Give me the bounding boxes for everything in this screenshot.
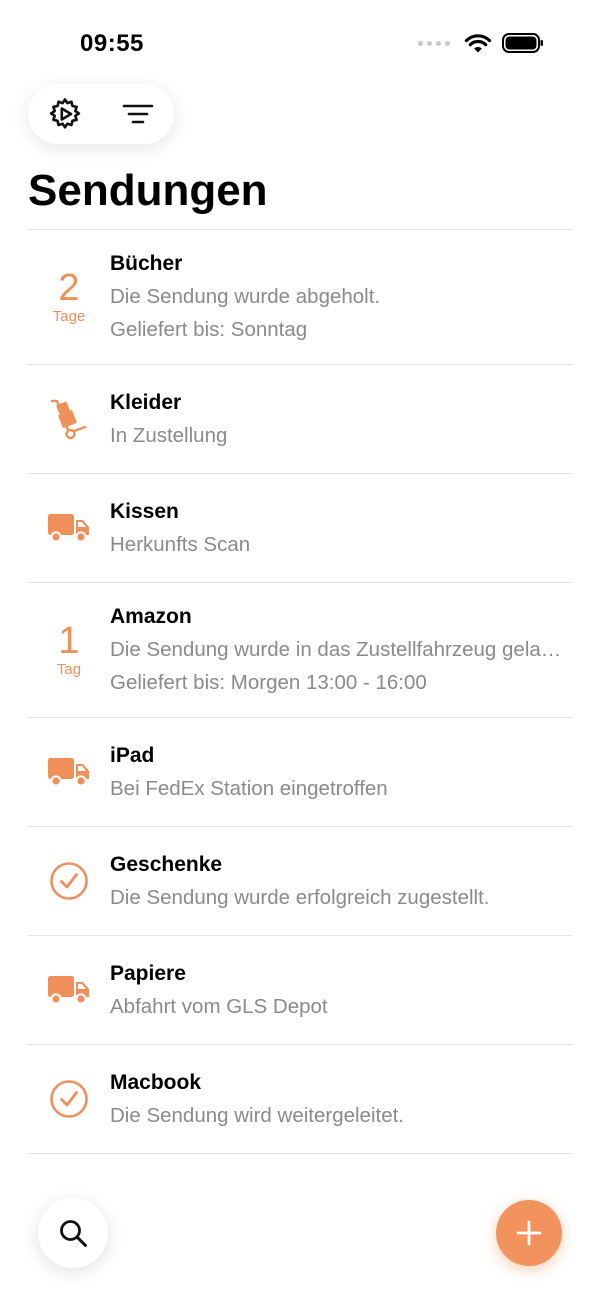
shipment-status: Die Sendung wird weitergeleitet. <box>110 1103 404 1127</box>
status-bar: 09:55 <box>0 0 600 80</box>
search-button[interactable] <box>38 1198 108 1268</box>
battery-icon <box>502 33 543 53</box>
page-title: Sendungen <box>28 166 268 215</box>
shipment-name: Amazon <box>110 605 192 628</box>
checkmark-circle-icon <box>50 862 88 900</box>
shipment-name: Macbook <box>110 1070 202 1094</box>
days-unit: Tag <box>56 661 82 678</box>
shipment-row[interactable]: 1 Tag Amazon Die Sendung wurde in das Zu… <box>28 583 572 718</box>
truck-icon <box>48 758 89 787</box>
shipment-status: Abfahrt vom GLS Depot <box>110 994 328 1018</box>
shipment-status: Die Sendung wurde erfolgreich zugestellt… <box>110 885 490 909</box>
days-remaining: 1 <box>58 620 80 662</box>
shipment-status: Die Sendung wurde in das Zustellfahrzeug… <box>110 638 572 661</box>
shipment-name: Papiere <box>110 961 186 985</box>
days-counter: 2 Tage <box>28 268 110 326</box>
shipment-name: Kleider <box>110 390 182 414</box>
days-remaining: 2 <box>58 267 80 309</box>
gear-play-icon <box>49 98 80 129</box>
hand-truck-icon <box>50 399 87 440</box>
filter-lines-icon <box>122 104 153 124</box>
shipment-row[interactable]: Kleider In Zustellung <box>28 365 572 474</box>
shipment-name: Bücher <box>110 252 183 275</box>
shipment-list: 2 Tage Bücher Die Sendung wurde abgeholt… <box>28 229 572 1154</box>
toolbar <box>28 84 174 144</box>
status-indicators <box>418 32 544 54</box>
shipment-row[interactable]: Geschenke Die Sendung wurde erfolgreich … <box>28 827 572 936</box>
days-unit: Tage <box>52 308 86 325</box>
truck-icon <box>48 976 89 1005</box>
settings-button[interactable] <box>41 90 89 138</box>
checkmark-circle-icon <box>50 1080 88 1118</box>
shipment-row[interactable]: Kissen Herkunfts Scan <box>28 474 572 583</box>
shipment-row[interactable]: iPad Bei FedEx Station eingetroffen <box>28 718 572 827</box>
wifi-icon <box>464 34 492 53</box>
shipment-status: In Zustellung <box>110 423 228 447</box>
shipment-row[interactable]: Papiere Abfahrt vom GLS Depot <box>28 936 572 1045</box>
status-time: 09:55 <box>80 30 144 57</box>
shipment-eta: Geliefert bis: Morgen 13:00 - 16:00 <box>110 671 427 694</box>
shipment-status: Herkunfts Scan <box>110 532 251 556</box>
shipment-status: Bei FedEx Station eingetroffen <box>110 776 388 800</box>
shipment-name: Geschenke <box>110 852 223 876</box>
plus-icon <box>516 1220 542 1246</box>
shipment-name: Kissen <box>110 499 179 523</box>
filter-button[interactable] <box>114 90 162 138</box>
shipment-row[interactable]: Macbook Die Sendung wird weitergeleitet. <box>28 1045 572 1154</box>
search-icon <box>60 1220 87 1247</box>
truck-icon <box>48 514 89 543</box>
shipment-status: Die Sendung wurde abgeholt. <box>110 285 381 308</box>
add-shipment-button[interactable] <box>496 1200 562 1266</box>
days-counter: 1 Tag <box>28 621 110 679</box>
cellular-signal-icon <box>418 40 450 46</box>
shipment-name: iPad <box>110 743 155 767</box>
shipment-row[interactable]: 2 Tage Bücher Die Sendung wurde abgeholt… <box>28 230 572 365</box>
shipment-eta: Geliefert bis: Sonntag <box>110 318 308 341</box>
